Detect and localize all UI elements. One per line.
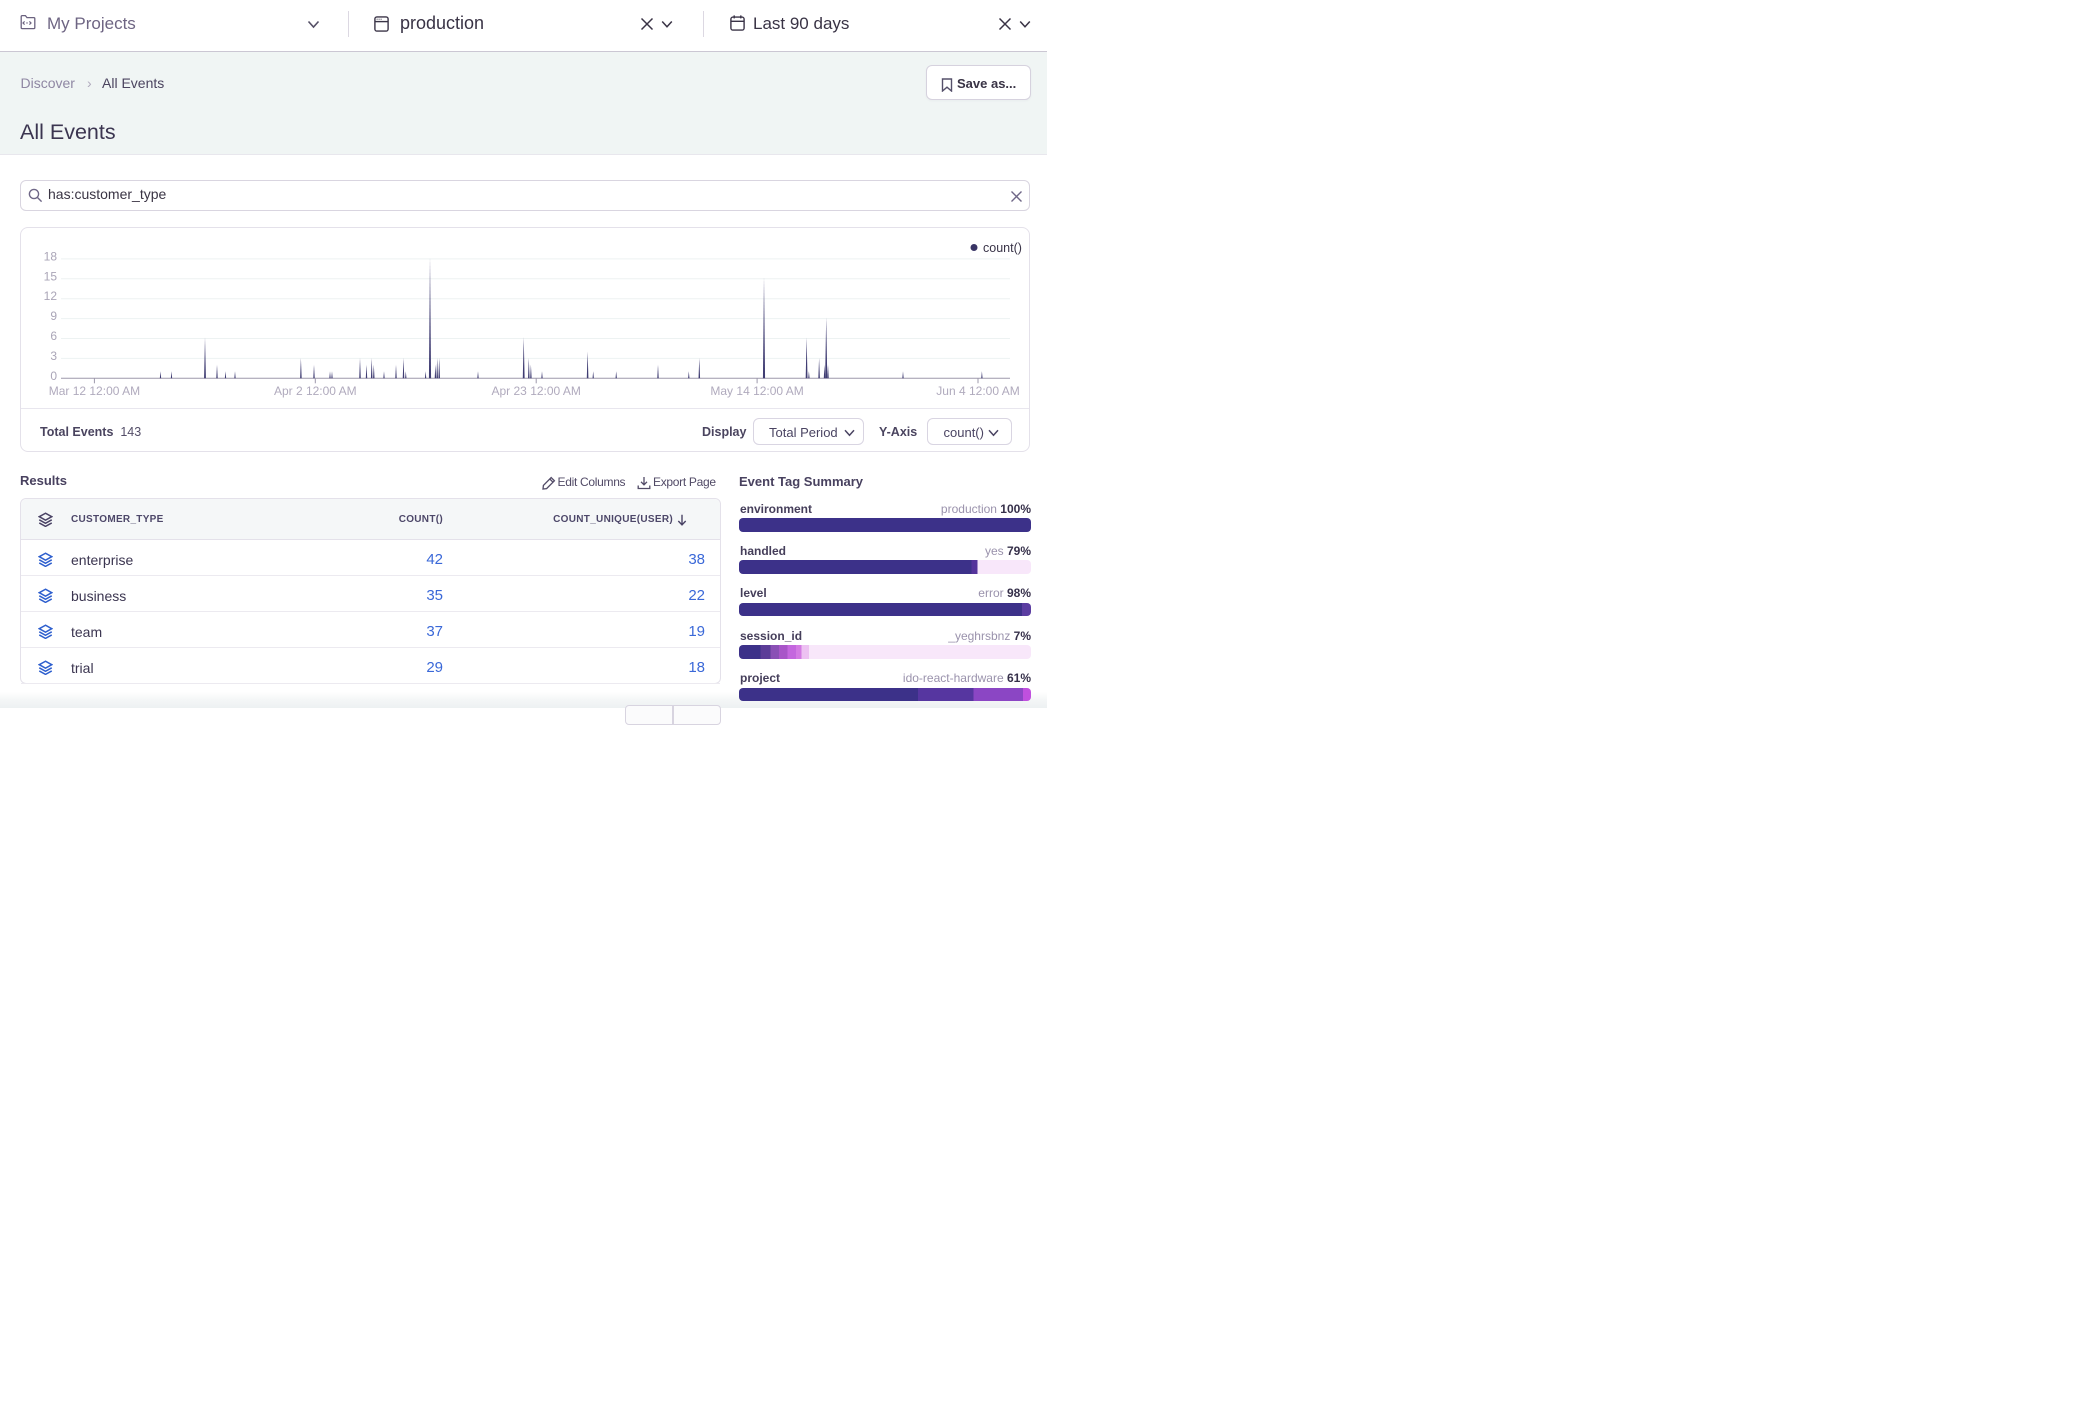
svg-text:15: 15	[44, 269, 58, 283]
svg-text:12: 12	[44, 289, 58, 303]
svg-text:9: 9	[50, 309, 57, 323]
svg-text:Apr 23 12:00 AM: Apr 23 12:00 AM	[492, 384, 581, 398]
svg-text:Mar 12 12:00 AM: Mar 12 12:00 AM	[49, 384, 140, 398]
svg-text:May 14 12:00 AM: May 14 12:00 AM	[710, 384, 803, 398]
svg-text:count(): count()	[983, 241, 1022, 255]
svg-text:18: 18	[44, 249, 58, 263]
svg-text:6: 6	[50, 329, 57, 343]
svg-text:3: 3	[50, 349, 57, 363]
svg-text:Jun 4 12:00 AM: Jun 4 12:00 AM	[936, 384, 1019, 398]
svg-text:0: 0	[50, 369, 57, 383]
svg-text:Apr 2 12:00 AM: Apr 2 12:00 AM	[274, 384, 357, 398]
